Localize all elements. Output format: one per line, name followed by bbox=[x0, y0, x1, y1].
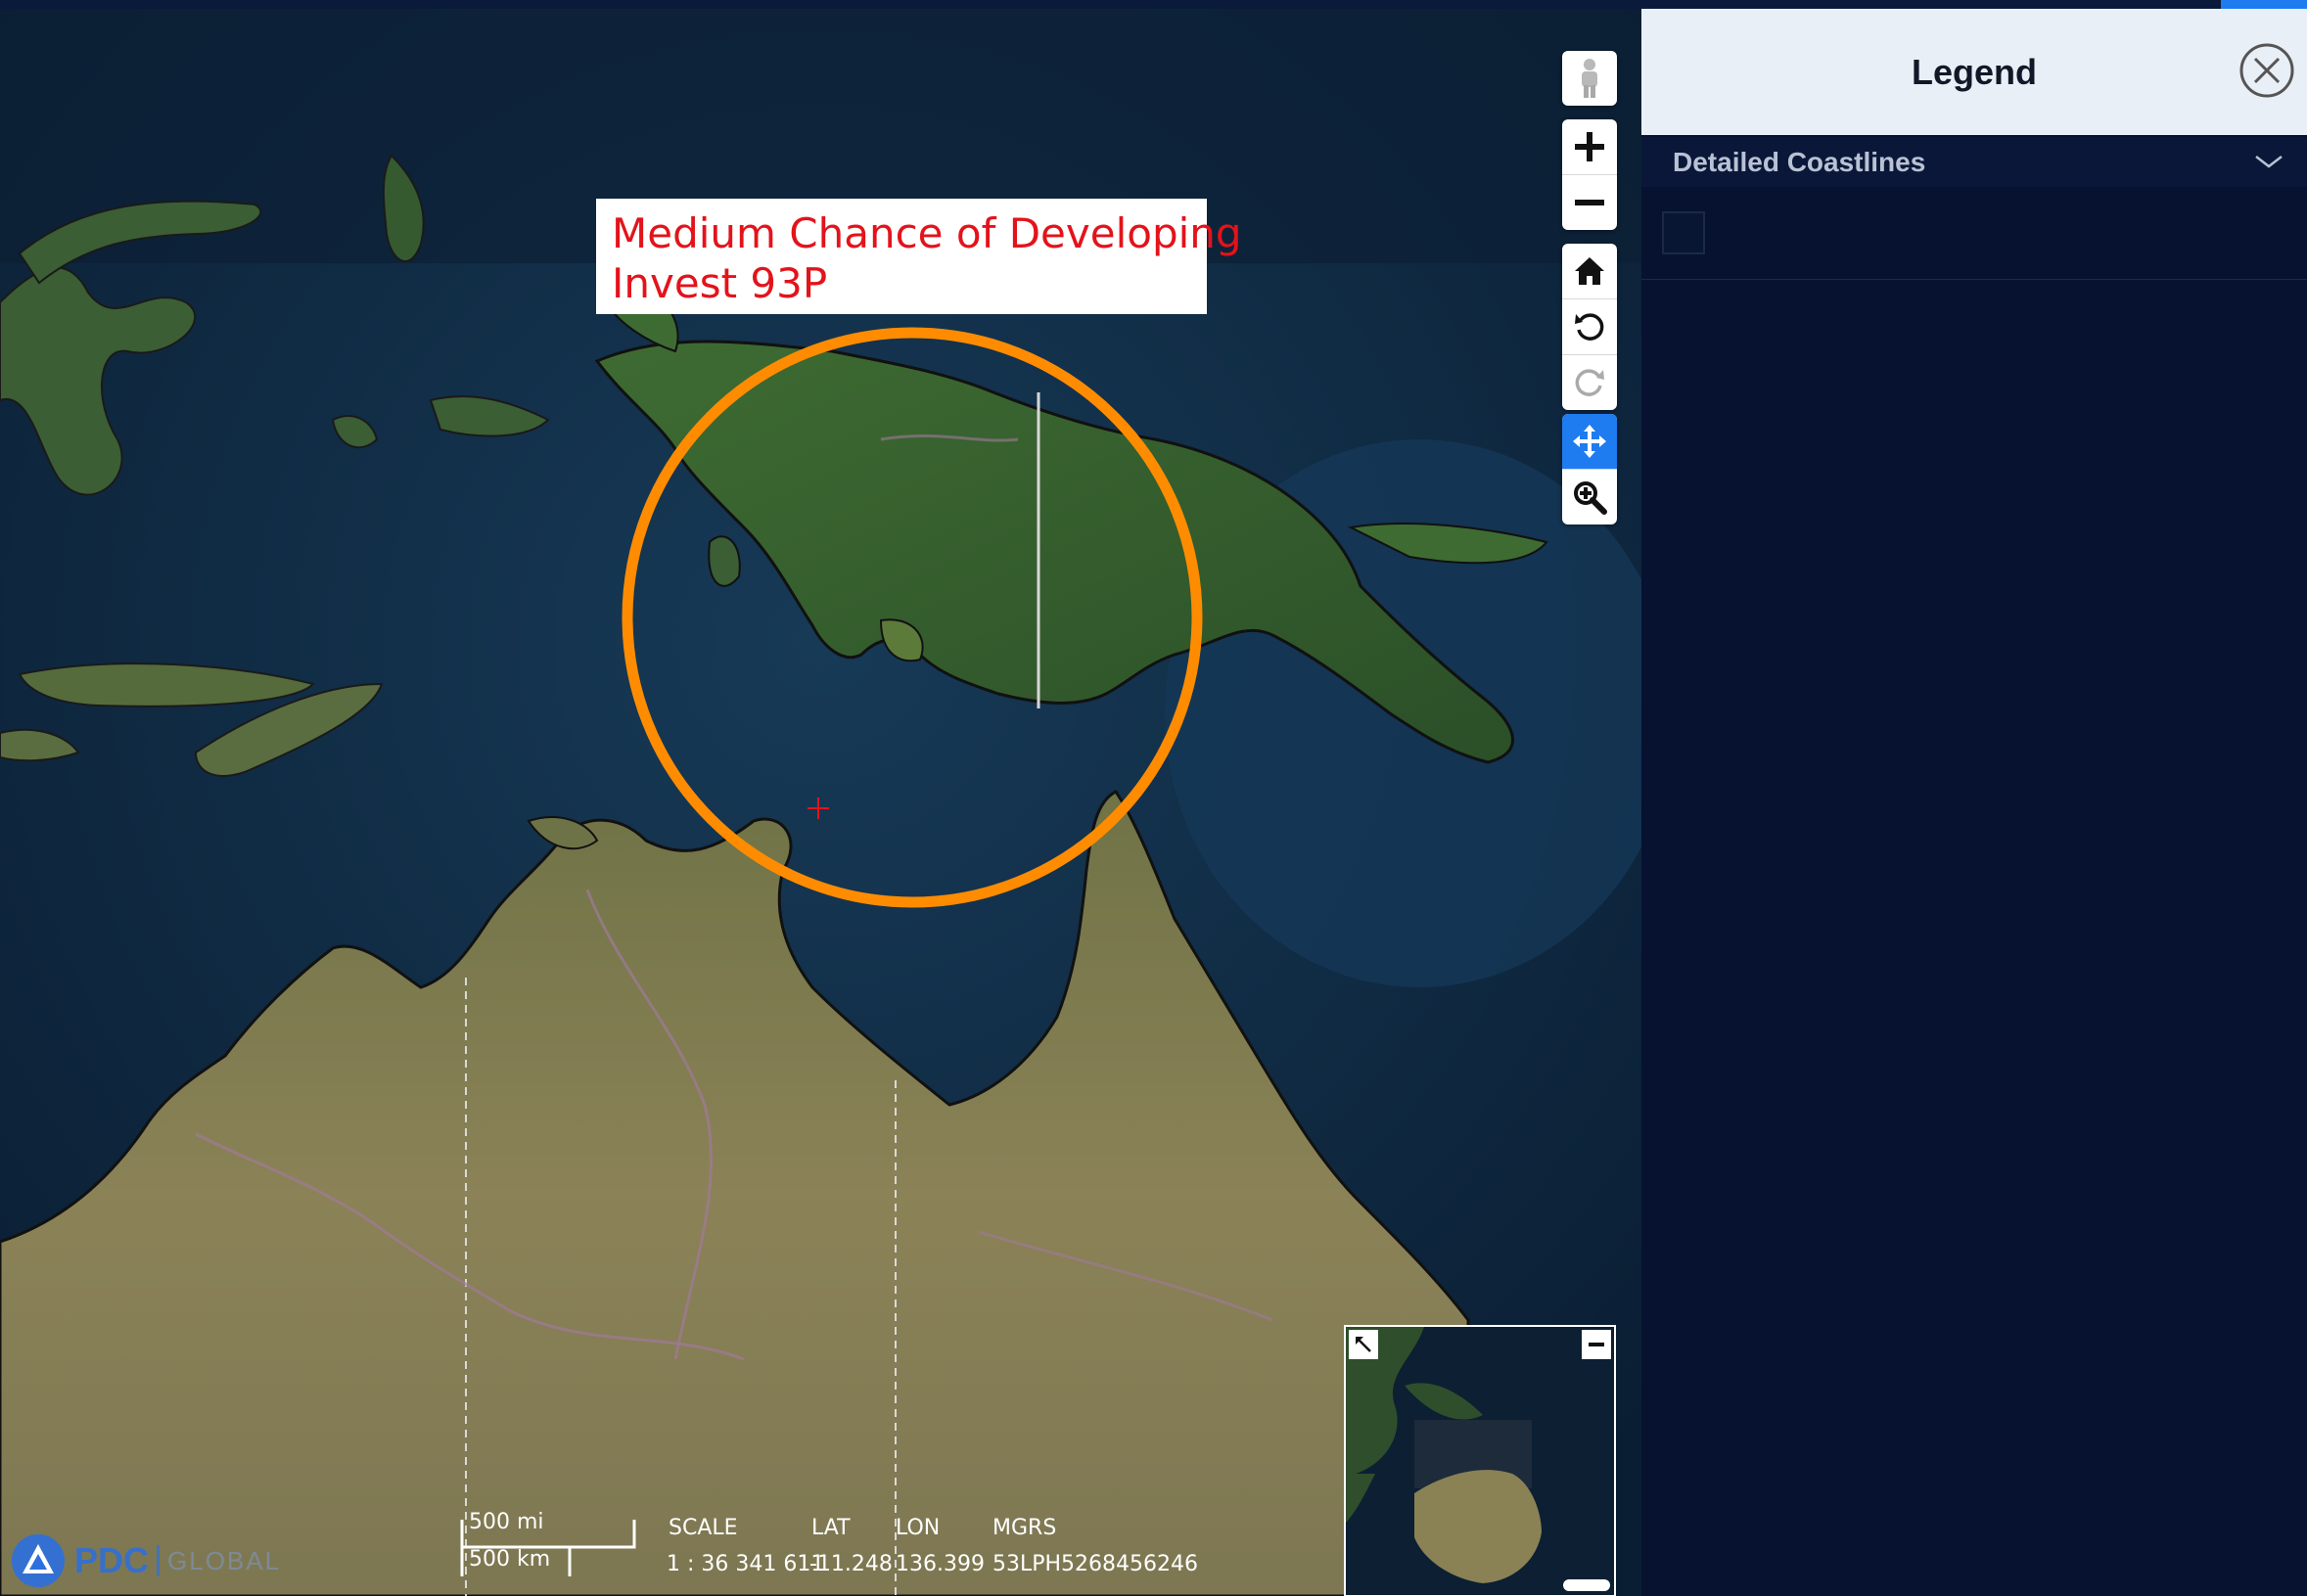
zoom-in-button[interactable] bbox=[1562, 119, 1617, 174]
pdc-global-logo: PDC GLOBAL bbox=[10, 1531, 294, 1590]
rotate-left-button[interactable] bbox=[1562, 298, 1617, 354]
mgrs-value: 53LPH5268456246 bbox=[992, 1552, 1199, 1576]
coastline-swatch bbox=[1662, 211, 1705, 254]
mgrs-label: MGRS bbox=[992, 1516, 1057, 1540]
overview-map-image bbox=[1346, 1327, 1614, 1595]
top-bar-accent bbox=[2221, 0, 2307, 9]
legend-section-label: Detailed Coastlines bbox=[1673, 147, 1926, 177]
legend-panel: Legend Detailed Coastlines bbox=[1641, 9, 2307, 1596]
map-view[interactable]: Medium Chance of Developing Invest 93P 5… bbox=[0, 9, 1641, 1596]
callout-line-2: Invest 93P bbox=[612, 259, 828, 307]
rotate-left-icon bbox=[1575, 313, 1604, 341]
overview-expand-button[interactable] bbox=[1349, 1330, 1378, 1359]
lon-value: 136.399 bbox=[896, 1552, 985, 1576]
pegman-control[interactable] bbox=[1562, 51, 1617, 106]
close-icon[interactable] bbox=[2238, 42, 2295, 99]
legend-section-detailed-coastlines[interactable]: Detailed Coastlines bbox=[1641, 137, 2307, 187]
storm-callout[interactable]: Medium Chance of Developing Invest 93P bbox=[596, 199, 1242, 314]
callout-line-1: Medium Chance of Developing bbox=[612, 209, 1242, 257]
lat-value: -11.248 bbox=[809, 1552, 893, 1576]
pdc-logo-icon bbox=[12, 1534, 65, 1587]
zoom-box-button[interactable] bbox=[1562, 469, 1617, 524]
lon-label: LON bbox=[896, 1516, 941, 1540]
chevron-down-icon[interactable] bbox=[2254, 151, 2284, 172]
rotate-right-icon bbox=[1575, 369, 1604, 396]
zoom-controls bbox=[1562, 119, 1617, 230]
zoom-out-button[interactable] bbox=[1562, 174, 1617, 230]
home-button[interactable] bbox=[1562, 244, 1617, 298]
scale-metric: 500 km bbox=[469, 1547, 551, 1572]
legend-divider bbox=[1641, 279, 2307, 280]
overview-map[interactable] bbox=[1344, 1325, 1616, 1596]
pegman-button[interactable] bbox=[1562, 51, 1617, 106]
home-icon bbox=[1575, 257, 1604, 285]
scale-imperial: 500 mi bbox=[469, 1510, 544, 1534]
pdc-name: PDC bbox=[74, 1540, 150, 1580]
zoom-in-icon bbox=[1575, 132, 1604, 161]
zoom-box-icon bbox=[1574, 481, 1607, 515]
pan-button[interactable] bbox=[1562, 414, 1617, 469]
zoom-out-icon bbox=[1575, 200, 1604, 205]
pegman-icon bbox=[1582, 59, 1597, 98]
invest-93p-circle[interactable] bbox=[622, 327, 1203, 908]
expand-arrow-icon bbox=[1356, 1337, 1371, 1352]
scale-label: SCALE bbox=[669, 1516, 738, 1540]
top-bar bbox=[0, 0, 2307, 9]
navigation-controls bbox=[1562, 244, 1617, 410]
scale-value: 1 : 36 341 611 bbox=[667, 1552, 825, 1576]
legend-title: Legend bbox=[1911, 52, 2037, 92]
minimize-icon bbox=[1589, 1343, 1604, 1346]
legend-header: Legend bbox=[1641, 9, 2307, 135]
storm-center-marker[interactable] bbox=[807, 798, 829, 819]
mode-controls bbox=[1562, 414, 1617, 524]
pan-icon bbox=[1573, 425, 1606, 458]
logo-separator bbox=[157, 1545, 161, 1576]
overview-minimize-button[interactable] bbox=[1582, 1330, 1611, 1359]
rotate-right-button[interactable] bbox=[1562, 354, 1617, 410]
lat-label: LAT bbox=[811, 1516, 851, 1540]
pdc-global-text: GLOBAL bbox=[167, 1545, 282, 1575]
